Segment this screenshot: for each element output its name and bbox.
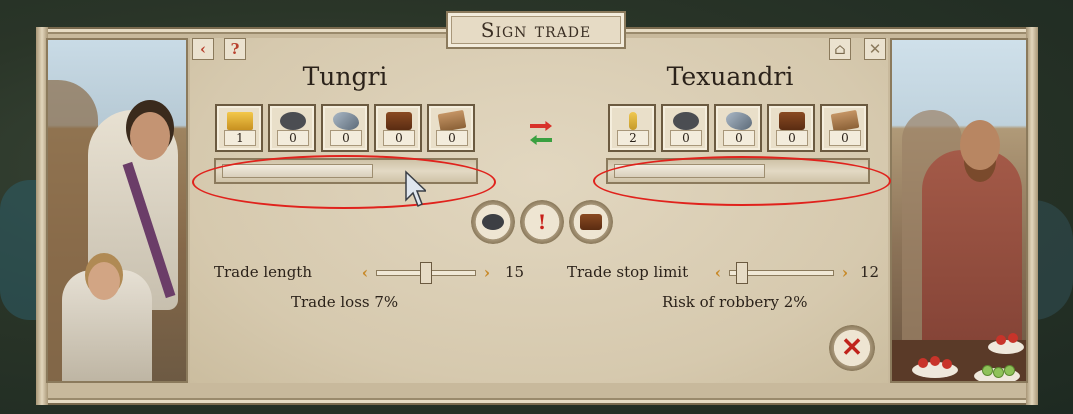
sign-trade-button[interactable]: !: [520, 200, 564, 244]
iron-ore-icon: [726, 112, 752, 130]
cucumber-slice: [1004, 365, 1015, 376]
building-icon: ⌂: [834, 40, 846, 58]
planks-icon: [437, 109, 467, 133]
tomato: [930, 356, 940, 366]
resource-amount: 0: [829, 130, 861, 146]
resource-amount: 0: [330, 130, 362, 146]
resource-slot-iron[interactable]: 0: [321, 104, 369, 152]
dialog-title: Sign trade: [480, 18, 592, 42]
cucumber-slice: [993, 367, 1004, 378]
receive-resource-button[interactable]: [569, 200, 613, 244]
trade-stop-limit-slider[interactable]: ‹ ›: [709, 262, 854, 284]
plate: [988, 340, 1024, 354]
coal-icon: [673, 112, 699, 130]
scribe-head: [88, 262, 120, 300]
resource-slot-coal[interactable]: 0: [661, 104, 709, 152]
swap-arrows-icon: [530, 121, 554, 149]
info-button[interactable]: ⌂: [829, 38, 851, 60]
increase-icon[interactable]: ›: [478, 264, 496, 282]
resource-amount: 0: [277, 130, 309, 146]
trade-stop-limit-label: Trade stop limit: [567, 263, 689, 281]
close-icon: ✕: [841, 333, 863, 363]
wood-icon: [779, 112, 805, 130]
resource-amount: 0: [723, 130, 755, 146]
resource-slot-wheat[interactable]: 2: [608, 104, 656, 152]
close-icon: ✕: [868, 40, 882, 58]
planks-icon: [830, 109, 860, 133]
trade-length-slider[interactable]: ‹ ›: [356, 262, 496, 284]
cancel-trade-button[interactable]: ✕: [829, 325, 875, 371]
help-button[interactable]: ?: [224, 38, 246, 60]
left-resource-row: 1 0 0 0 0: [215, 104, 475, 152]
resource-slot-planks[interactable]: 0: [820, 104, 868, 152]
exclamation-icon: !: [537, 210, 547, 234]
trade-length-value: 15: [505, 263, 525, 281]
trade-stop-limit-value: 12: [860, 263, 880, 281]
wheat-icon: [629, 112, 637, 130]
resource-amount: 2: [617, 130, 649, 146]
resource-amount: 1: [224, 130, 256, 146]
wood-trade-icon: [580, 214, 602, 230]
resource-slot-wood[interactable]: 0: [767, 104, 815, 152]
dialog-title-tab: Sign trade: [446, 11, 626, 49]
back-button[interactable]: ‹: [192, 38, 214, 60]
give-resource-button[interactable]: [471, 200, 515, 244]
help-icon: ?: [230, 40, 240, 58]
mouse-cursor-icon: [405, 170, 426, 208]
highlight-ellipse: [192, 155, 496, 209]
gold-icon: [227, 112, 253, 130]
trade-loss-text: Trade loss 7%: [291, 293, 399, 311]
iron-ore-icon: [333, 112, 359, 130]
resource-amount: 0: [776, 130, 808, 146]
coal-trade-icon: [482, 214, 504, 230]
figure-head: [130, 112, 170, 160]
right-resource-row: 2 0 0 0 0: [608, 104, 868, 152]
resource-amount: 0: [383, 130, 415, 146]
right-faction-name: Texuandri: [666, 62, 794, 91]
resource-amount: 0: [670, 130, 702, 146]
left-faction-portrait: [46, 38, 188, 383]
resource-amount: 0: [436, 130, 468, 146]
tomato: [1008, 333, 1018, 343]
close-small-button[interactable]: ✕: [864, 38, 886, 60]
decrease-icon[interactable]: ‹: [709, 264, 727, 282]
resource-slot-iron[interactable]: 0: [714, 104, 762, 152]
red-arrow-icon: [530, 121, 552, 131]
wood-icon: [386, 112, 412, 130]
risk-of-robbery-text: Risk of robbery 2%: [662, 293, 808, 311]
left-faction-name: Tungri: [302, 62, 388, 91]
resource-slot-coal[interactable]: 0: [268, 104, 316, 152]
decrease-icon[interactable]: ‹: [356, 264, 374, 282]
trade-length-label: Trade length: [214, 263, 312, 281]
coal-icon: [280, 112, 306, 130]
back-icon: ‹: [200, 40, 206, 58]
right-faction-portrait: [890, 38, 1028, 383]
resource-slot-wood[interactable]: 0: [374, 104, 422, 152]
highlight-ellipse: [593, 156, 891, 206]
tomato: [942, 359, 952, 369]
tomato: [918, 358, 928, 368]
resource-slot-gold[interactable]: 1: [215, 104, 263, 152]
cucumber-slice: [982, 365, 993, 376]
slider-thumb[interactable]: [736, 262, 748, 284]
resource-slot-planks[interactable]: 0: [427, 104, 475, 152]
tomato: [996, 335, 1006, 345]
slider-thumb[interactable]: [420, 262, 432, 284]
green-arrow-icon: [530, 135, 552, 145]
increase-icon[interactable]: ›: [836, 264, 854, 282]
merchant-head: [960, 120, 1000, 170]
